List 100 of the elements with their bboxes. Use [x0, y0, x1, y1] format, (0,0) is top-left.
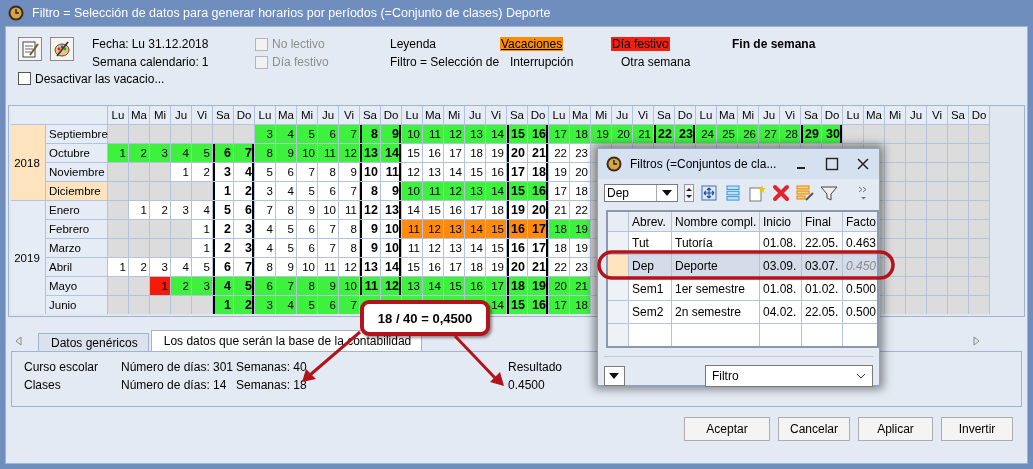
day-cell: 2 [129, 144, 149, 162]
day-cell: 2 [150, 201, 170, 219]
day-cell: 2 [234, 296, 254, 314]
close-icon[interactable] [856, 157, 870, 171]
day-cell: 17 [549, 296, 569, 314]
edit-list-icon[interactable] [796, 184, 814, 202]
day-cell: 2 [213, 220, 233, 238]
day-cell: 1 [192, 220, 212, 238]
day-cell: 15 [507, 296, 527, 314]
table-cell: 22.05. [802, 301, 842, 323]
day-cell: 19 [486, 144, 506, 162]
weekday-header: Do [822, 106, 842, 124]
day-cell: 8 [276, 201, 296, 219]
day-cell: 12 [402, 163, 422, 181]
column-header[interactable]: Final [802, 212, 842, 231]
month-cell: Enero [46, 201, 107, 219]
day-cell: 12 [444, 182, 464, 200]
filter-icon[interactable] [820, 184, 838, 202]
day-cell: 4 [213, 277, 233, 295]
day-cell: 15 [507, 182, 527, 200]
list-icon[interactable] [724, 184, 742, 202]
day-cell: 5 [192, 144, 212, 162]
tab[interactable]: Datos genéricos [38, 333, 149, 351]
dialog-button[interactable]: Aplicar [858, 417, 933, 441]
dialog-button[interactable]: Invertir [941, 417, 1013, 441]
day-cell: 7 [339, 125, 359, 143]
day-cell: 3 [234, 239, 254, 257]
day-cell: 15 [402, 258, 422, 276]
dialog-button[interactable]: Aceptar [684, 417, 770, 441]
day-cell: 13 [465, 125, 485, 143]
column-header[interactable]: Nombre compl. [672, 212, 759, 231]
notepad-button[interactable] [18, 37, 42, 61]
group-selector[interactable]: Filtro [704, 365, 873, 387]
day-cell: 9 [276, 144, 296, 162]
delete-icon[interactable] [772, 184, 790, 202]
day-cell: 12 [444, 125, 464, 143]
weekday-header: Mi [150, 106, 170, 124]
day-cell: 20 [507, 144, 527, 162]
filter-selector[interactable]: Dep [604, 184, 678, 202]
scroll-right-icon[interactable] [973, 336, 981, 346]
day-cell: 19 [570, 220, 590, 238]
day-cell: 9 [318, 277, 338, 295]
weekday-header: Ju [906, 106, 926, 124]
weekday-header: Lu [696, 106, 716, 124]
day-cell: 8 [297, 277, 317, 295]
day-cell: 18 [570, 182, 590, 200]
caret-icon [662, 190, 672, 196]
day-cell: 3 [150, 258, 170, 276]
field-label: Semana calendario: [92, 55, 199, 69]
checkbox[interactable]: Desactivar las vacacio... [18, 71, 165, 86]
day-cell: 15 [486, 220, 506, 238]
weekday-header: Mi [738, 106, 758, 124]
day-cell: 1 [129, 201, 149, 219]
day-cell: 11 [360, 277, 380, 295]
day-cell: 16 [507, 220, 527, 238]
day-cell: 4 [255, 239, 275, 257]
day-cell: 15 [507, 125, 527, 143]
spinner-icon[interactable] [684, 184, 694, 202]
day-cell: 4 [234, 163, 254, 181]
day-cell: 2 [129, 258, 149, 276]
column-header[interactable]: Facto [843, 212, 877, 231]
scroll-left-icon[interactable] [14, 336, 22, 346]
day-cell: 14 [465, 239, 485, 257]
weekday-header: Ma [276, 106, 296, 124]
day-cell: 10 [318, 201, 338, 219]
maximize-icon[interactable] [825, 157, 839, 171]
day-cell: 14 [381, 144, 401, 162]
table-cell: 0.500 [843, 278, 877, 300]
weekday-header: Vi [780, 106, 800, 124]
day-cell: 7 [318, 220, 338, 238]
day-cell: 13 [360, 144, 380, 162]
day-cell: 6 [318, 125, 338, 143]
dialog-button[interactable]: Cancelar [778, 417, 850, 441]
day-cell: 29 [801, 125, 821, 143]
weekday-header: Vi [339, 106, 359, 124]
day-cell: 28 [780, 125, 800, 143]
move-icon[interactable] [700, 184, 718, 202]
day-cell: 13 [360, 258, 380, 276]
column-header[interactable]: Abrev. [629, 212, 671, 231]
day-cell: 17 [549, 125, 569, 143]
overflow-icon[interactable] [858, 185, 868, 201]
dropdown-button[interactable] [604, 366, 625, 386]
column-header[interactable]: Inicio [760, 212, 801, 231]
week-value: 1 [201, 55, 209, 69]
day-cell: 3 [213, 163, 233, 181]
day-cell: 13 [381, 201, 401, 219]
day-cell: 21 [528, 144, 548, 162]
day-cell: 26 [738, 125, 758, 143]
day-cell: 12 [339, 144, 359, 162]
day-cell: 27 [759, 125, 779, 143]
day-cell: 17 [444, 144, 464, 162]
weekday-header: Ma [423, 106, 443, 124]
window-title: Filtro = Selección de datos para generar horarios por períodos (=Conjunto de clases) Deporte [32, 6, 551, 20]
day-cell: 8 [255, 258, 275, 276]
day-cell: 11 [318, 258, 338, 276]
day-cell: 19 [591, 125, 611, 143]
day-cell: 4 [171, 144, 191, 162]
tab[interactable]: Los datos que serán la base de la contabilidad [150, 330, 423, 351]
day-cell: 11 [402, 220, 422, 238]
palette-button[interactable] [50, 37, 74, 61]
